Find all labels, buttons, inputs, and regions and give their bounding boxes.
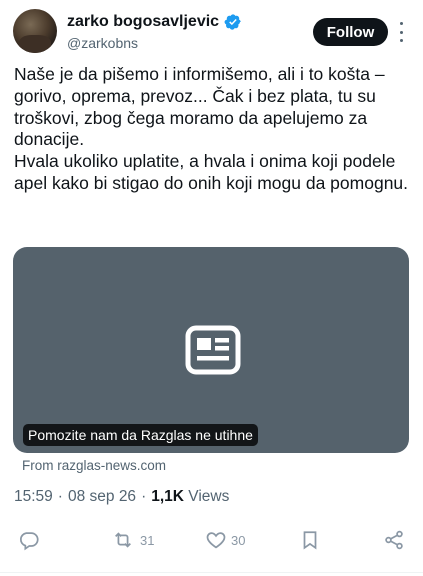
heart-icon [206, 532, 226, 549]
share-button[interactable] [383, 529, 405, 551]
article-icon [185, 325, 241, 375]
retweet-button[interactable]: 31 [110, 529, 154, 551]
views-count: 1,1K [151, 488, 184, 505]
views-label: Views [188, 488, 230, 505]
reply-button[interactable] [18, 529, 44, 551]
link-card[interactable]: Pomozite nam da Razglas ne utihne [13, 247, 409, 453]
retweet-count: 31 [140, 532, 155, 548]
reply-icon [19, 532, 39, 551]
bookmark-icon [303, 531, 317, 550]
card-source[interactable]: From razglas-news.com [22, 458, 166, 473]
tweet-text: Naše je da pišemo i informišemo, ali i t… [14, 64, 409, 193]
bookmark-button[interactable] [299, 529, 321, 551]
like-count: 30 [231, 532, 246, 548]
card-title: Pomozite nam da Razglas ne utihne [23, 424, 258, 446]
avatar[interactable] [13, 9, 57, 53]
like-button[interactable]: 30 [205, 529, 245, 551]
more-options-icon[interactable] [394, 22, 408, 42]
divider [0, 572, 423, 573]
views: 1,1K Views [151, 488, 229, 506]
tweet-time[interactable]: 15:59 [14, 488, 53, 506]
share-icon [385, 530, 403, 550]
follow-button[interactable]: Follow [313, 18, 388, 46]
action-bar: 31 30 [0, 527, 423, 553]
author-name-row: zarko bogosavljevic [67, 12, 242, 32]
meta-separator: · [57, 488, 63, 505]
meta-separator: · [141, 488, 147, 505]
tweet-date[interactable]: 08 sep 26 [68, 488, 136, 506]
retweet-icon [115, 532, 131, 548]
verified-badge-icon [224, 14, 241, 30]
author-handle[interactable]: @zarkobns [67, 35, 138, 51]
author-display-name[interactable]: zarko bogosavljevic [67, 12, 219, 32]
tweet-meta: 15:59 · 08 sep 26 · 1,1K Views [14, 488, 229, 506]
